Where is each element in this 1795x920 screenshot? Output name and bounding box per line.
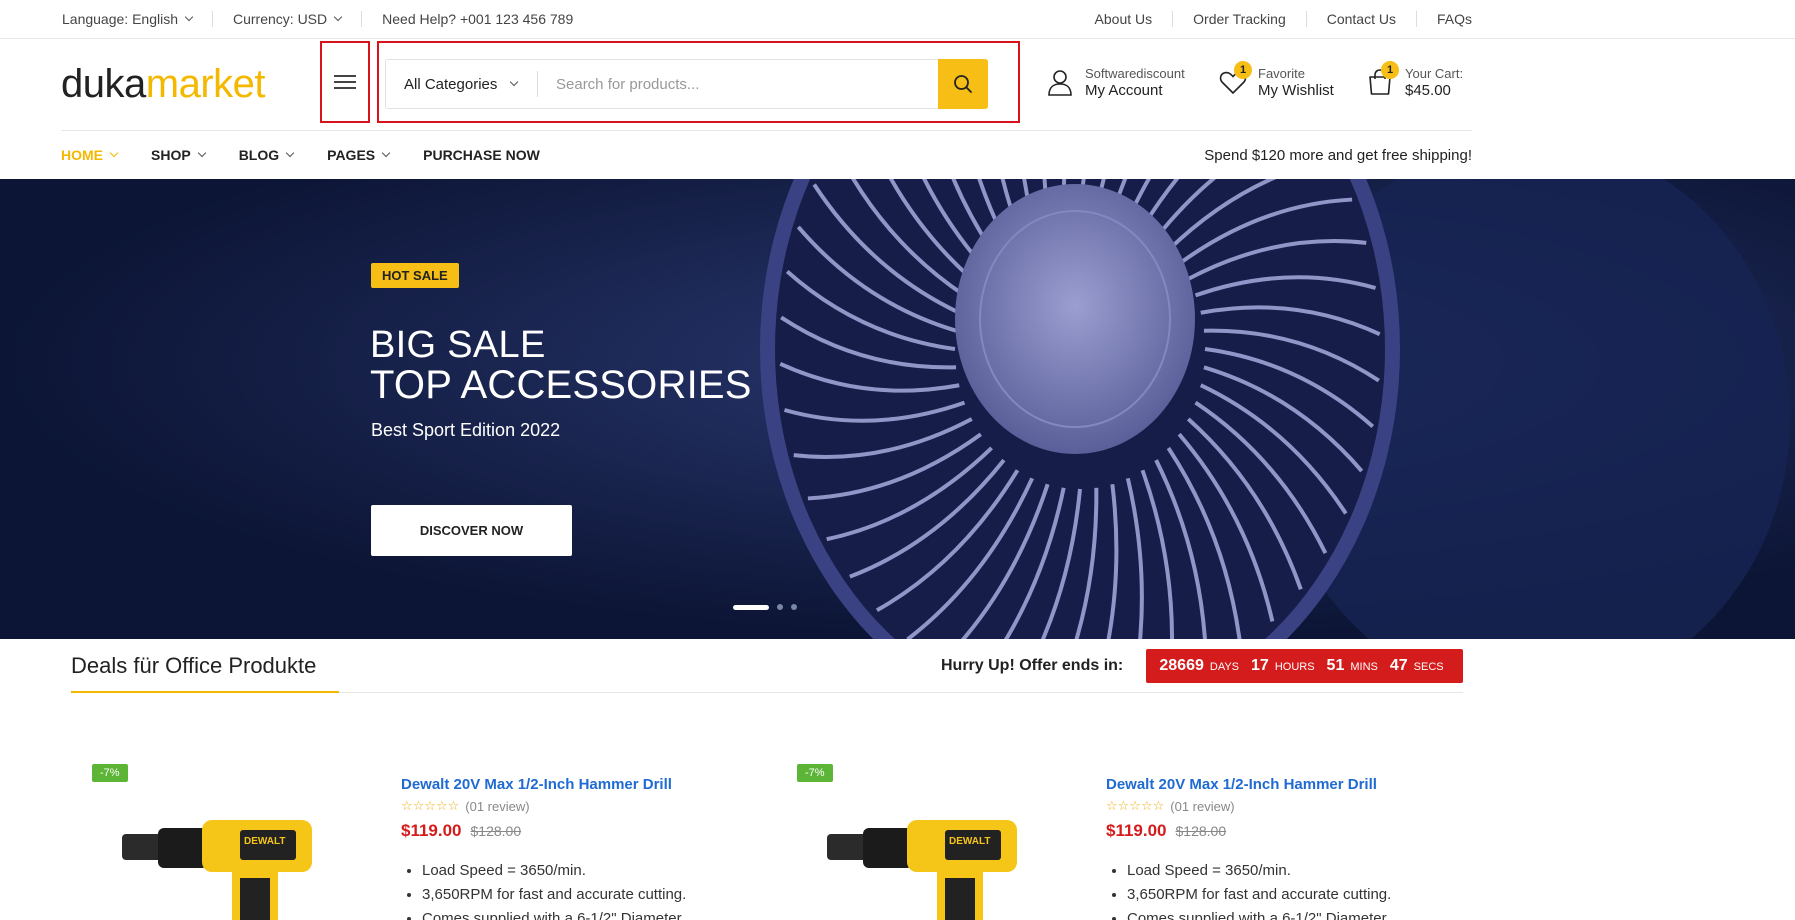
chevron-down-icon [285, 148, 295, 158]
nav-item-blog[interactable]: BLOG [239, 147, 295, 163]
contact-us-link[interactable]: Contact Us [1327, 11, 1396, 27]
slide-dot-2[interactable] [777, 604, 783, 610]
hero-heading-line1: BIG SALE [370, 324, 546, 366]
product-title-link[interactable]: Dewalt 20V Max 1/2-Inch Hammer Drill [1106, 776, 1377, 793]
product-features: Load Speed = 3650/min. 3,650RPM for fast… [1127, 859, 1391, 920]
product-card: -7% DEWALT Dewalt 20V Max 1/2-Inch Hamme… [72, 764, 732, 920]
product-title-link[interactable]: Dewalt 20V Max 1/2-Inch Hammer Drill [401, 776, 672, 793]
order-tracking-link[interactable]: Order Tracking [1193, 11, 1286, 27]
logo[interactable]: dukamarket [61, 64, 266, 104]
discount-badge: -7% [797, 764, 833, 782]
chevron-down-icon [381, 148, 391, 158]
feature-item: 3,650RPM for fast and accurate cutting. [422, 883, 686, 907]
feature-item: Comes supplied with a 6-1/2" Diameter [1127, 907, 1391, 920]
nav-item-pages[interactable]: PAGES [327, 147, 391, 163]
chevron-down-icon [184, 12, 194, 22]
account-label: My Account [1085, 82, 1163, 99]
help-phone: Need Help? +001 123 456 789 [382, 11, 574, 27]
product-features: Load Speed = 3650/min. 3,650RPM for fast… [422, 859, 686, 920]
top-bar: Language: English Currency: USD Need Hel… [0, 0, 1795, 39]
currency-label: Currency: USD [233, 11, 328, 27]
cart-small-label: Your Cart: [1405, 66, 1464, 81]
search-bar: All Categories [385, 59, 988, 109]
language-selector[interactable]: Language: English [62, 11, 194, 27]
wishlist-link[interactable]: 1 Favorite My Wishlist [1218, 61, 1334, 99]
product-rating: ☆☆☆☆☆ (01 review) [1106, 798, 1235, 814]
hero-slider: HOT SALE BIG SALE TOP ACCESSORIES Best S… [0, 179, 1795, 639]
timer-hours: 17 [1251, 657, 1269, 674]
product-card: -7% DEWALT Dewalt 20V Max 1/2-Inch Hamme… [777, 764, 1437, 920]
about-us-link[interactable]: About Us [1095, 11, 1153, 27]
language-label: Language: English [62, 11, 178, 27]
sale-price: $119.00 [401, 821, 462, 840]
menu-icon [334, 75, 356, 89]
category-label: All Categories [404, 75, 498, 93]
deals-header: Deals für Office Produkte Hurry Up! Offe… [71, 639, 1463, 693]
feature-item: 3,650RPM for fast and accurate cutting. [1127, 883, 1391, 907]
drill-image[interactable]: DEWALT [827, 808, 1047, 920]
category-select[interactable]: All Categories [386, 60, 537, 108]
cart-count-badge: 1 [1381, 61, 1399, 79]
offer-ends-label: Hurry Up! Offer ends in: [941, 657, 1124, 674]
hamburger-menu-button[interactable] [320, 41, 370, 123]
chevron-down-icon [109, 148, 119, 158]
drill-image[interactable]: DEWALT [122, 808, 342, 920]
product-rating: ☆☆☆☆☆ (01 review) [401, 798, 530, 814]
account-link[interactable]: Softwarediscount My Account [1045, 65, 1185, 99]
slider-pagination [733, 604, 797, 610]
main-nav: HOME SHOP BLOG PAGES PURCHASE NOW Spend … [0, 130, 1795, 180]
discover-now-button[interactable]: DISCOVER NOW [371, 505, 572, 556]
account-username: Softwarediscount [1085, 66, 1185, 81]
header: dukamarket All Categories Softwarediscou… [0, 39, 1795, 130]
chevron-down-icon [333, 12, 343, 22]
svg-text:DEWALT: DEWALT [244, 836, 285, 847]
chevron-down-icon [510, 77, 519, 87]
hero-heading-line2: TOP ACCESSORIES [370, 363, 752, 407]
original-price: $128.00 [470, 823, 522, 839]
timer-mins: 51 [1326, 657, 1345, 674]
original-price: $128.00 [1175, 823, 1227, 839]
review-count[interactable]: (01 review) [1170, 799, 1234, 814]
search-icon [954, 75, 972, 93]
wishlist-small-label: Favorite [1258, 66, 1305, 81]
feature-item: Comes supplied with a 6-1/2" Diameter [422, 907, 686, 920]
hot-sale-badge: HOT SALE [371, 263, 459, 288]
feature-item: Load Speed = 3650/min. [422, 859, 686, 883]
hero-subheading: Best Sport Edition 2022 [371, 420, 561, 440]
sale-price: $119.00 [1106, 821, 1167, 840]
timer-days: 28669 [1159, 657, 1204, 674]
search-input[interactable] [538, 60, 938, 108]
fan-image [0, 179, 1795, 639]
nav-item-purchase-now[interactable]: PURCHASE NOW [423, 147, 540, 163]
svg-text:DEWALT: DEWALT [949, 836, 990, 847]
wishlist-count-badge: 1 [1234, 61, 1252, 79]
user-icon [1048, 70, 1072, 96]
chevron-down-icon [197, 148, 206, 158]
search-button[interactable] [938, 59, 988, 109]
cart-total: $45.00 [1405, 82, 1451, 99]
slide-dot-1[interactable] [733, 604, 769, 610]
star-rating-icon: ☆☆☆☆☆ [401, 798, 460, 813]
feature-item: Load Speed = 3650/min. [1127, 859, 1391, 883]
product-price: $119.00 $128.00 [1106, 821, 1226, 841]
star-rating-icon: ☆☆☆☆☆ [1106, 798, 1165, 813]
product-price: $119.00 $128.00 [401, 821, 521, 841]
discount-badge: -7% [92, 764, 128, 782]
wishlist-label: My Wishlist [1258, 82, 1334, 99]
timer-secs: 47 [1389, 657, 1408, 674]
faqs-link[interactable]: FAQs [1437, 11, 1472, 27]
countdown-timer: 28669 DAYS 17 HOURS 51 MINS 47 SECS [1146, 649, 1463, 683]
slide-dot-3[interactable] [791, 604, 797, 610]
nav-item-shop[interactable]: SHOP [151, 147, 206, 163]
nav-item-home[interactable]: HOME [61, 147, 119, 163]
free-shipping-notice: Spend $120 more and get free shipping! [1204, 146, 1472, 164]
currency-selector[interactable]: Currency: USD [233, 11, 343, 27]
cart-link[interactable]: 1 Your Cart: $45.00 [1365, 61, 1464, 99]
deals-title: Deals für Office Produkte [71, 653, 317, 678]
review-count[interactable]: (01 review) [465, 799, 529, 814]
